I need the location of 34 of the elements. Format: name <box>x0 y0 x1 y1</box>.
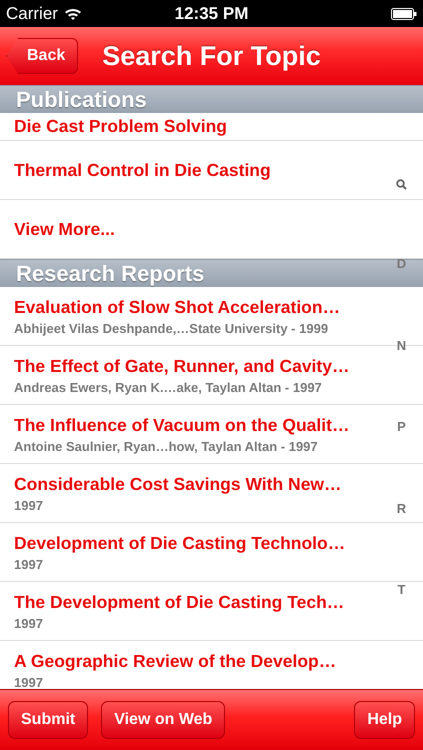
row-title: Evaluation of Slow Shot Acceleration… <box>14 296 342 318</box>
back-button[interactable]: Back <box>6 38 78 74</box>
index-letter[interactable]: R <box>396 500 406 516</box>
row-subtitle: 1997 <box>14 616 44 630</box>
toolbar-button[interactable]: Submit <box>8 701 88 739</box>
row-title: Thermal Control in Die Casting <box>14 160 272 180</box>
toolbar-button[interactable]: Help <box>354 701 415 739</box>
row-title: The Effect of Gate, Runner, and Cavity… <box>14 356 350 376</box>
row-subtitle: Andreas Ewers, Ryan K.…ake, Taylan Altan - 1997 <box>14 380 323 394</box>
wifi-icon <box>64 6 82 20</box>
row-subtitle: 1997 <box>14 674 44 689</box>
row-title: Die Cast Problem Solving <box>14 116 228 137</box>
section-header: Publications <box>0 85 423 113</box>
row-title: The Influence of Vacuum on the Qualit… <box>14 414 350 436</box>
list-row[interactable]: Thermal Control in Die Casting <box>0 141 423 200</box>
row-subtitle: 1997 <box>14 556 44 572</box>
battery-icon <box>391 8 417 20</box>
search-icon[interactable] <box>396 179 407 190</box>
toolbar-button[interactable]: View on Web <box>101 701 226 739</box>
index-letter[interactable]: P <box>397 419 406 434</box>
row-title: A Geographic Review of the Develop… <box>14 650 338 672</box>
row-subtitle: Antoine Saulnier, Ryan…how, Taylan Altan - 1997 <box>14 438 319 454</box>
row-subtitle: Abhijeet Vilas Deshpande,…State University - 1999 <box>14 320 330 336</box>
row-title: View More... <box>14 218 116 240</box>
row-title: The Development of Die Casting Tech… <box>14 592 346 612</box>
row-subtitle: 1997 <box>14 498 44 512</box>
list-row[interactable]: Development of Die Casting Technolo… 1997 <box>0 523 423 582</box>
clock-time: 12:35 PM <box>174 4 248 24</box>
row-title: Development of Die Casting Technolo… <box>14 532 346 554</box>
row-title: Considerable Cost Savings With New… <box>14 474 343 494</box>
list-row[interactable]: Die Cast Problem Solving <box>0 113 423 141</box>
carrier-name: Carrier <box>6 4 58 24</box>
index-letter[interactable]: T <box>398 582 406 597</box>
screen-title: Search For Topic <box>102 40 321 72</box>
